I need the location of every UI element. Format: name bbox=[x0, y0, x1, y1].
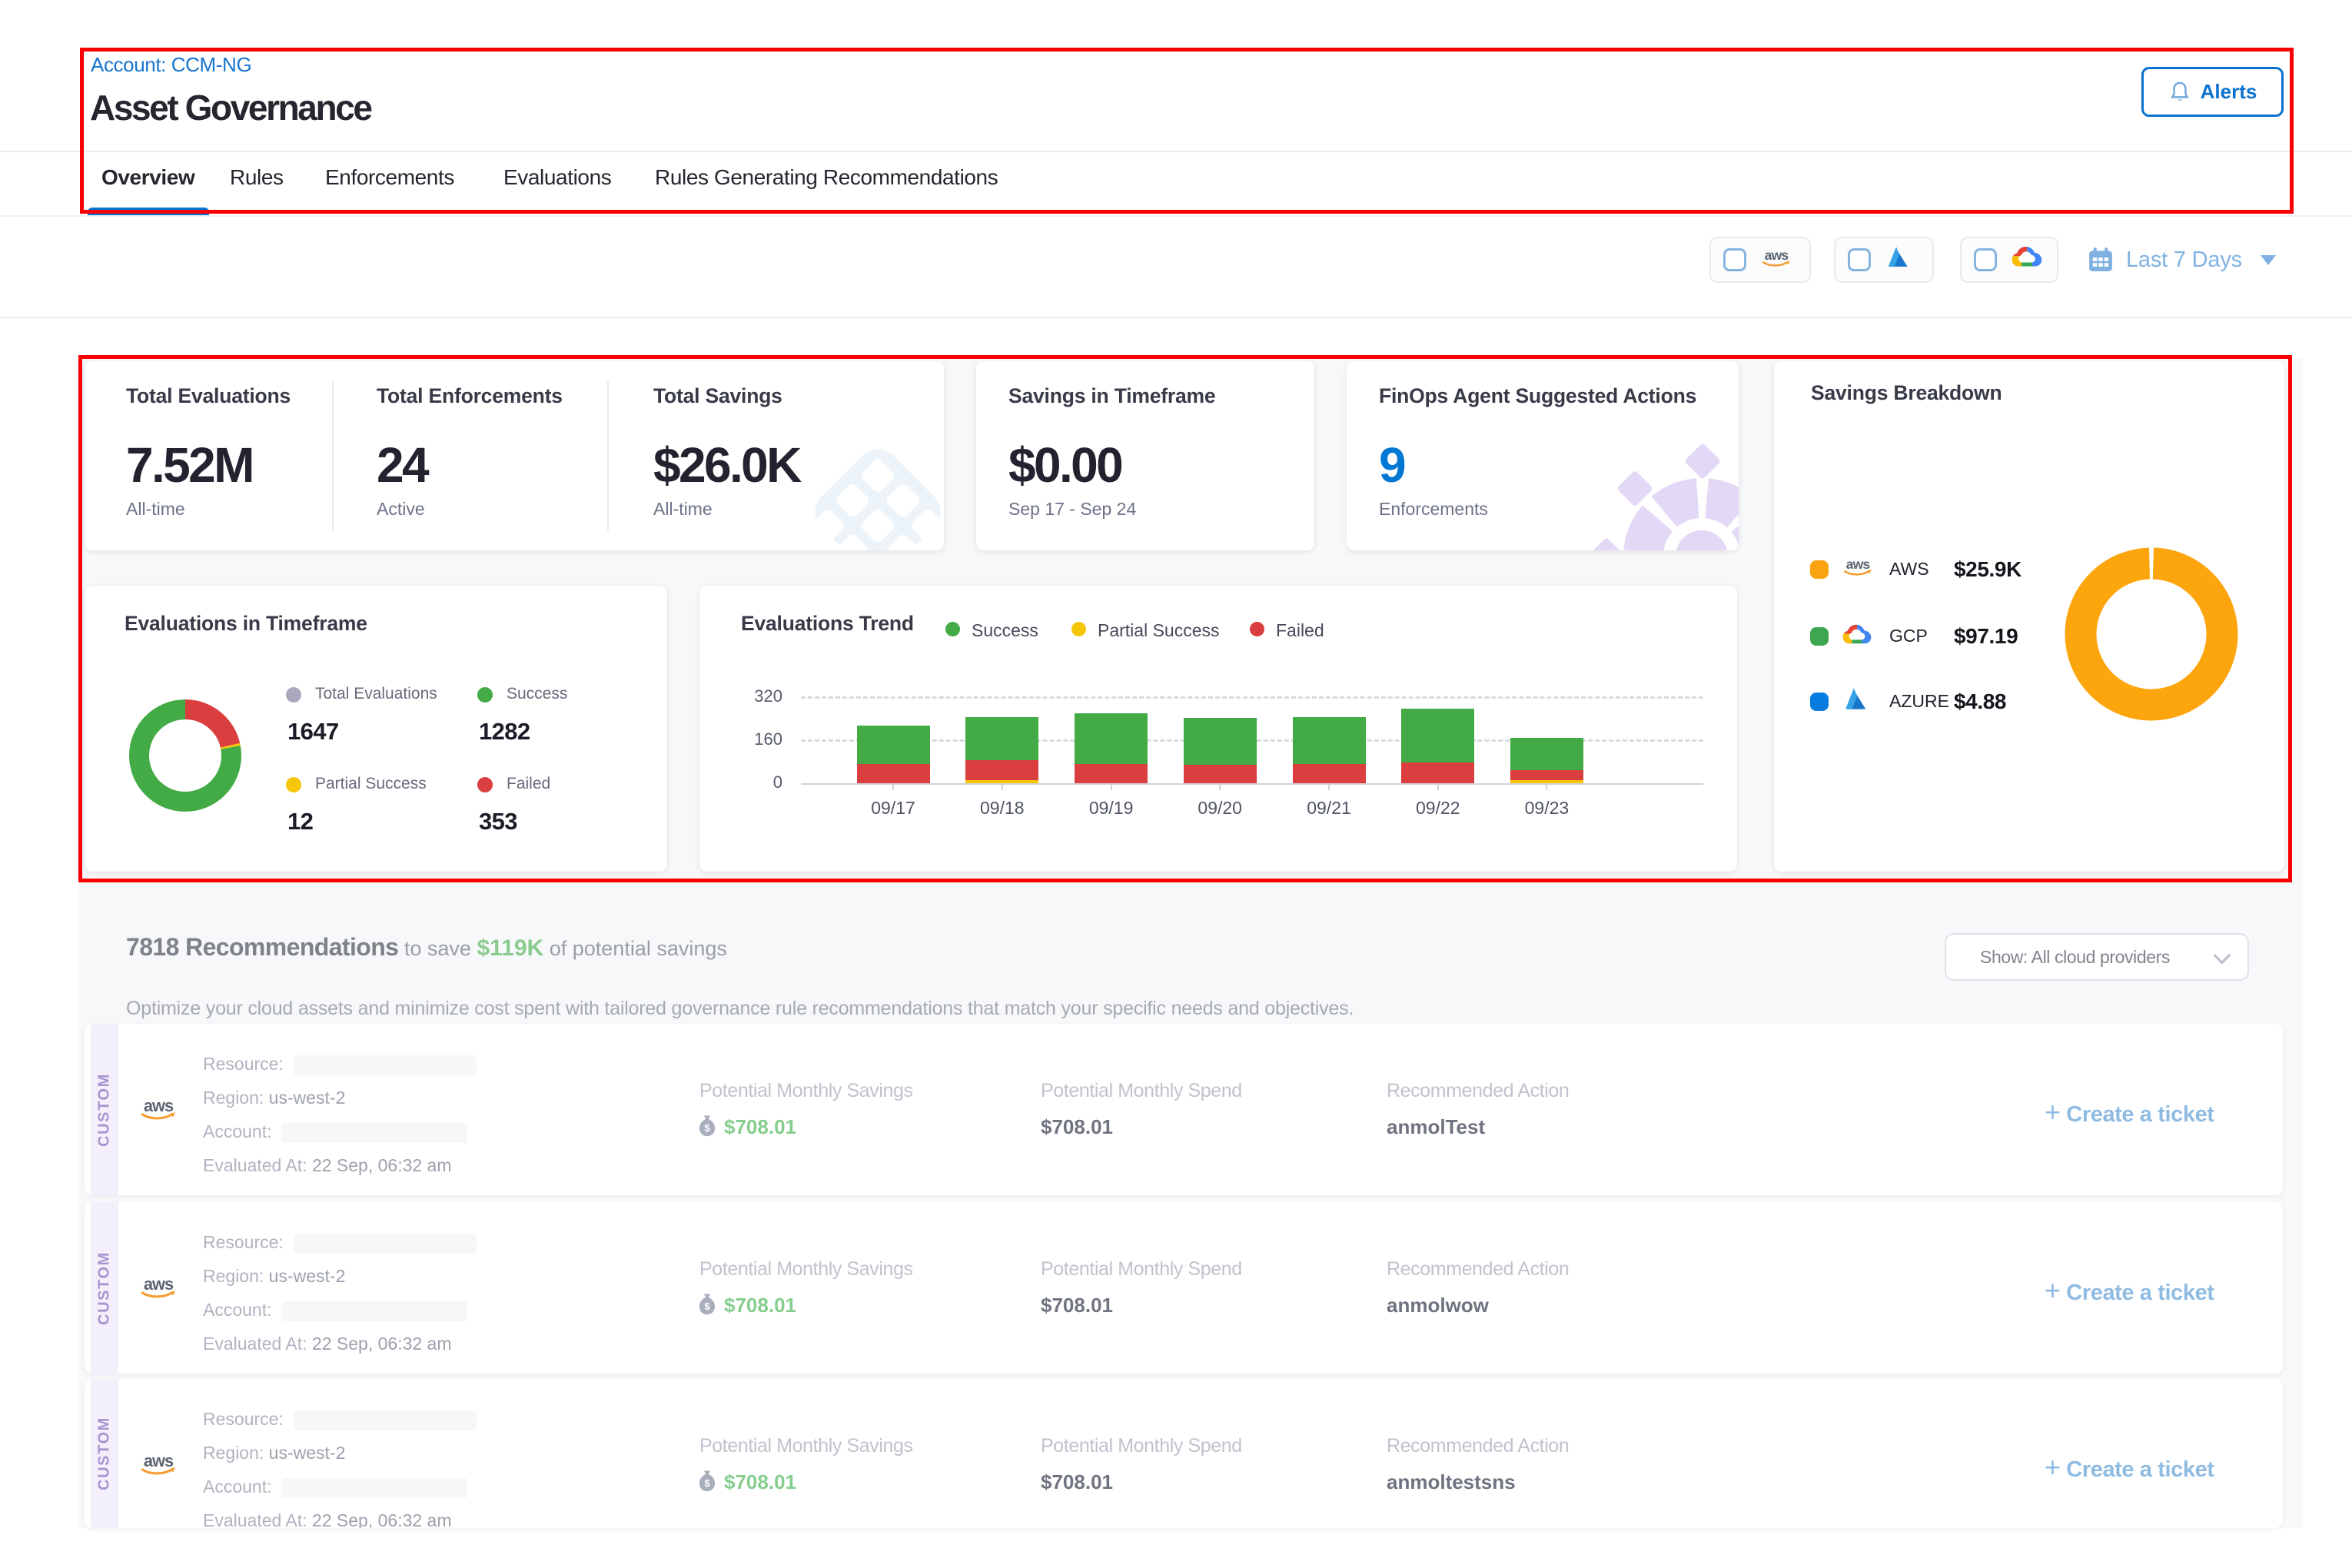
svg-text:aws: aws bbox=[144, 1451, 174, 1470]
svg-text:aws: aws bbox=[1765, 247, 1789, 263]
svg-text:$: $ bbox=[704, 1301, 710, 1312]
svg-text:aws: aws bbox=[144, 1096, 174, 1115]
svg-text:$: $ bbox=[704, 1477, 710, 1489]
svg-text:$: $ bbox=[704, 1122, 710, 1134]
svg-text:aws: aws bbox=[144, 1274, 174, 1294]
svg-text:aws: aws bbox=[1846, 556, 1871, 572]
